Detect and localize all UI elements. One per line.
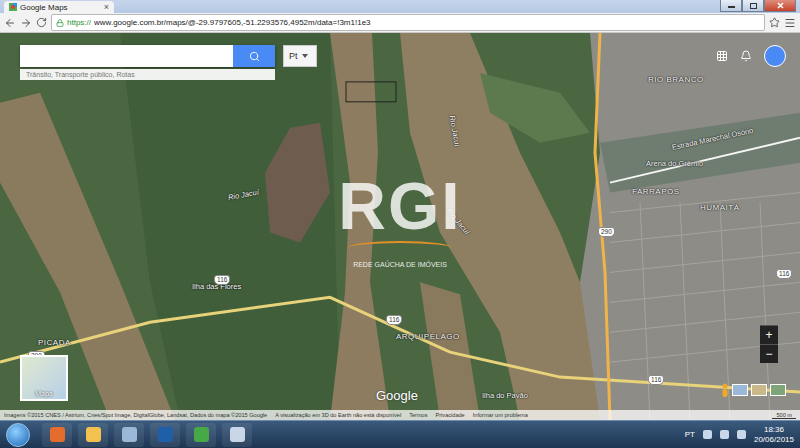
imagery-thumb[interactable] xyxy=(770,384,786,396)
search-hint[interactable]: Trânsito, Transporte público, Rotas xyxy=(20,69,275,80)
layer-tile[interactable]: Mapa xyxy=(20,355,68,401)
road-shield: 116 xyxy=(776,269,792,279)
road-shield: 290 xyxy=(598,227,615,237)
app-icon xyxy=(158,427,173,442)
reload-icon[interactable] xyxy=(36,17,47,28)
attribution-bar: Imagens ©2015 CNES / Astrium, Cnes/Spot … xyxy=(0,410,800,420)
toolbar: https://www.google.com.br/maps/@-29.9797… xyxy=(0,13,800,33)
language-button[interactable]: Pt xyxy=(283,45,317,67)
zoom-controls: +− xyxy=(760,325,778,363)
attribution-text: A visualização em 3D do Earth não está d… xyxy=(275,412,401,418)
start-button[interactable] xyxy=(6,423,30,447)
watermark-tagline: REDE GAÚCHA DE IMÓVEIS xyxy=(353,261,447,268)
forward-icon[interactable] xyxy=(20,17,32,29)
maps-favicon-icon xyxy=(9,3,17,11)
browser-tab[interactable]: Google Maps× xyxy=(4,1,114,13)
map-label[interactable]: ARQUIPÉLAGO xyxy=(396,332,460,341)
caret-icon xyxy=(302,54,308,58)
taskbar-app[interactable] xyxy=(150,423,180,447)
pegman-icon[interactable] xyxy=(721,383,729,397)
language-indicator[interactable]: PT xyxy=(685,430,695,439)
app-icon xyxy=(122,427,137,442)
tray-icon[interactable] xyxy=(703,430,712,439)
taskbar: PT 18:3620/06/2015 xyxy=(0,420,800,448)
tab-strip: Google Maps× xyxy=(0,0,800,13)
zoom-button[interactable]: − xyxy=(760,344,778,363)
window-controls xyxy=(720,0,796,12)
road-shield: 116 xyxy=(386,315,402,325)
close-button[interactable] xyxy=(764,0,796,12)
back-icon[interactable] xyxy=(4,17,16,29)
imagery-thumb[interactable] xyxy=(732,384,748,396)
search-field[interactable] xyxy=(20,45,275,67)
watermark: RGI REDE GAÚCHA DE IMÓVEIS xyxy=(320,173,480,268)
search-icon xyxy=(249,51,260,62)
tab-title: Google Maps xyxy=(20,3,101,12)
minimize-icon xyxy=(728,3,735,8)
app-icon xyxy=(194,427,209,442)
zoom-button[interactable]: + xyxy=(760,325,778,344)
account-bar xyxy=(716,45,786,67)
app-icon xyxy=(50,427,65,442)
lock-icon xyxy=(56,19,64,27)
tab-close[interactable]: × xyxy=(104,3,109,12)
taskbar-app[interactable] xyxy=(114,423,144,447)
road-shield: 116 xyxy=(648,375,664,385)
address-bar[interactable]: https://www.google.com.br/maps/@-29.9797… xyxy=(51,14,765,31)
map-area[interactable]: Rio JacuíRio JacuíRio JacuíRIO BRANCOEst… xyxy=(0,33,800,420)
tray-icon[interactable] xyxy=(720,430,729,439)
browser-window: Google Maps×https://www.google.com.br/ma… xyxy=(0,0,800,448)
search-input[interactable] xyxy=(20,45,233,67)
apps-icon[interactable] xyxy=(716,50,728,62)
watermark-logo: RGI xyxy=(338,173,461,239)
search-panel: Pt Trânsito, Transporte público, Rotas xyxy=(20,45,317,80)
attribution-text: Imagens ©2015 CNES / Astrium, Cnes/Spot … xyxy=(4,412,267,418)
attribution-text[interactable]: Termos xyxy=(409,412,427,418)
url-text: www.google.com.br/maps/@-29.9797605,-51.… xyxy=(94,18,371,27)
imagery-thumb[interactable] xyxy=(751,384,767,396)
close-icon xyxy=(777,2,784,9)
attribution-text[interactable]: Informar um problema xyxy=(473,412,528,418)
map-label[interactable]: Arena do Grêmio xyxy=(646,159,703,168)
tray-icon[interactable] xyxy=(737,430,746,439)
url-scheme: https:// xyxy=(67,18,91,27)
maximize-button[interactable] xyxy=(742,0,764,12)
taskbar-app[interactable] xyxy=(78,423,108,447)
scale-bar: 500 m xyxy=(772,412,796,419)
clock[interactable]: 18:3620/06/2015 xyxy=(754,425,794,445)
system-tray: PT 18:3620/06/2015 xyxy=(685,425,794,445)
minimize-button[interactable] xyxy=(720,0,742,12)
notifications-icon[interactable] xyxy=(740,50,752,62)
search-button[interactable] xyxy=(233,45,275,67)
map-label[interactable]: RIO BRANCO xyxy=(648,75,704,84)
imagery-thumbnails xyxy=(721,383,786,397)
google-logo: Google xyxy=(376,388,418,403)
app-icon xyxy=(230,427,245,442)
avatar[interactable] xyxy=(764,45,786,67)
watermark-arc xyxy=(348,241,452,255)
map-label[interactable]: Ilha do Pavão xyxy=(482,391,528,400)
taskbar-app[interactable] xyxy=(42,423,72,447)
attribution-text[interactable]: Privacidade xyxy=(436,412,465,418)
map-label[interactable]: PICADA xyxy=(38,338,71,347)
map-label[interactable]: FARRAPOS xyxy=(632,187,680,196)
road-shield: 116 xyxy=(214,275,230,285)
maximize-icon xyxy=(750,3,757,9)
star-icon[interactable] xyxy=(769,17,780,28)
menu-icon[interactable] xyxy=(784,17,796,29)
taskbar-app[interactable] xyxy=(222,423,252,447)
taskbar-app[interactable] xyxy=(186,423,216,447)
map-label[interactable]: HUMAITÁ xyxy=(700,203,740,212)
app-icon xyxy=(86,427,101,442)
